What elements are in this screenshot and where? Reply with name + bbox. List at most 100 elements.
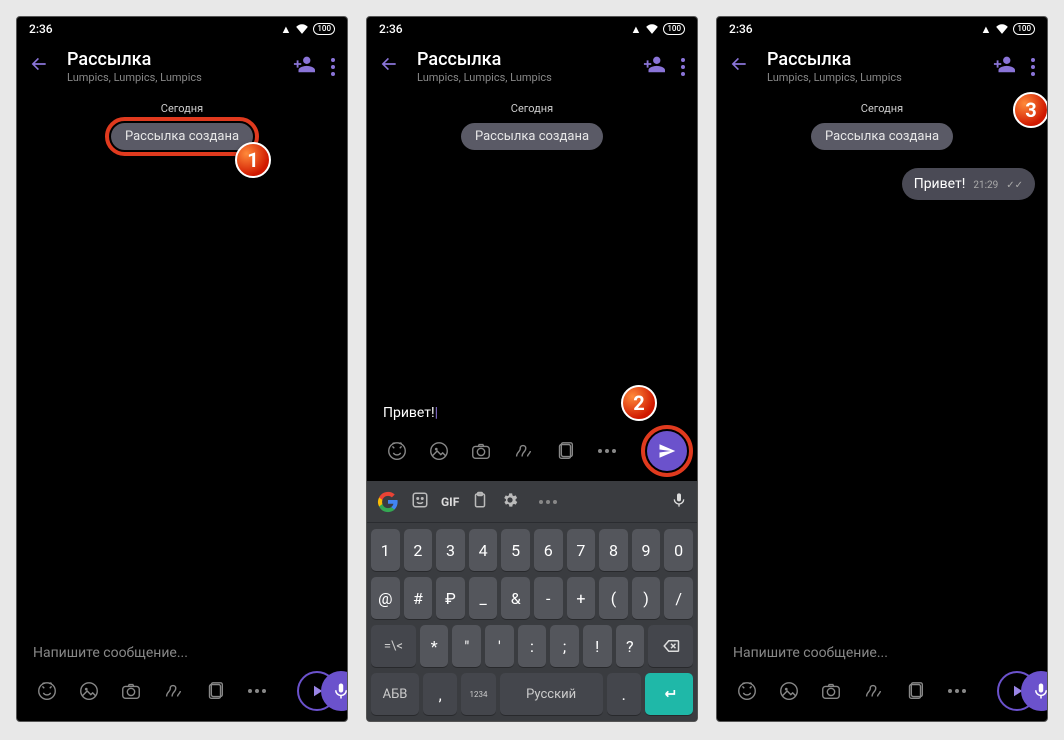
more-icon[interactable] [593, 437, 621, 465]
chat-title: Рассылка [67, 49, 279, 70]
menu-icon[interactable] [681, 58, 685, 76]
key-8[interactable]: 8 [599, 529, 628, 571]
system-pill: Рассылка создана [111, 123, 253, 150]
battery-icon: 100 [1013, 23, 1035, 35]
key-([interactable]: ( [599, 577, 628, 619]
key-:[interactable]: : [518, 625, 547, 667]
key-₽[interactable]: ₽ [436, 577, 465, 619]
key-"[interactable]: " [452, 625, 481, 667]
gallery-icon[interactable] [425, 437, 453, 465]
gif-key[interactable]: GIF [441, 495, 459, 509]
kb-mic-icon[interactable] [671, 492, 687, 512]
title-block[interactable]: Рассылка Lumpics, Lumpics, Lumpics [767, 49, 979, 84]
clipboard-icon[interactable] [471, 491, 489, 513]
topbar: Рассылка Lumpics, Lumpics, Lumpics [17, 41, 347, 96]
keyboard[interactable]: GIF 1234567890 @#₽_&-+()/ =\< *"':;!? [367, 481, 697, 721]
google-icon[interactable] [377, 491, 399, 513]
chat-area: Сегодня Рассылка создана [367, 96, 697, 395]
key-period[interactable]: . [607, 673, 641, 715]
status-bar: 2:36 ▲ 100 [367, 17, 697, 41]
add-user-icon[interactable] [293, 53, 315, 80]
key-7[interactable]: 7 [567, 529, 596, 571]
key-language[interactable]: Русский [500, 673, 603, 715]
menu-icon[interactable] [331, 58, 335, 76]
system-pill: Рассылка создана [461, 123, 603, 150]
date-label: Сегодня [511, 102, 553, 115]
title-block[interactable]: Рассылка Lumpics, Lumpics, Lumpics [417, 49, 629, 84]
key-*[interactable]: * [420, 625, 449, 667]
key-@[interactable]: @ [371, 577, 400, 619]
doodle-icon[interactable] [859, 677, 887, 705]
key-0[interactable]: 0 [664, 529, 693, 571]
compose-placeholder[interactable]: Напишите сообщение... [733, 645, 1035, 671]
key-4[interactable]: 4 [469, 529, 498, 571]
attach-icon[interactable] [551, 437, 579, 465]
key-abc[interactable]: АБВ [371, 673, 419, 715]
kb-more-icon[interactable] [539, 500, 557, 504]
gallery-icon[interactable] [75, 677, 103, 705]
key-/[interactable]: / [664, 577, 693, 619]
doodle-icon[interactable] [509, 437, 537, 465]
add-user-icon[interactable] [643, 53, 665, 80]
key-_[interactable]: _ [469, 577, 498, 619]
camera-icon[interactable] [817, 677, 845, 705]
key-comma[interactable]: , [423, 673, 457, 715]
key-+[interactable]: + [567, 577, 596, 619]
key-enter[interactable] [645, 673, 693, 715]
key-backspace[interactable] [648, 625, 693, 667]
status-bar: 2:36 ▲ 100 [17, 17, 347, 41]
wifi-icon [295, 22, 309, 37]
marker-3: 3 [1013, 92, 1048, 128]
chat-area: Сегодня Рассылка создана Привет! 21:29 ✓… [717, 96, 1047, 635]
more-icon[interactable] [243, 677, 271, 705]
doodle-icon[interactable] [159, 677, 187, 705]
date-label: Сегодня [161, 102, 203, 115]
battery-icon: 100 [313, 23, 335, 35]
status-time: 2:36 [379, 22, 403, 36]
camera-icon[interactable] [117, 677, 145, 705]
menu-icon[interactable] [1031, 58, 1035, 76]
key-5[interactable]: 5 [501, 529, 530, 571]
sticker-kb-icon[interactable] [411, 491, 429, 513]
gallery-icon[interactable] [775, 677, 803, 705]
key-numbers[interactable]: 1234 [461, 673, 495, 715]
outgoing-message[interactable]: Привет! 21:29 ✓✓ [902, 168, 1035, 200]
camera-icon[interactable] [467, 437, 495, 465]
key-?[interactable]: ? [616, 625, 645, 667]
back-icon[interactable] [25, 50, 53, 84]
kb-row-3: =\< *"':;!? [371, 625, 693, 667]
key-![interactable]: ! [583, 625, 612, 667]
key-3[interactable]: 3 [436, 529, 465, 571]
send-button[interactable] [647, 431, 687, 471]
sticker-icon[interactable] [733, 677, 761, 705]
marker-1: 1 [235, 142, 271, 178]
key-2[interactable]: 2 [404, 529, 433, 571]
back-icon[interactable] [375, 50, 403, 84]
status-icons: ▲ 100 [280, 22, 335, 37]
key-symbols[interactable]: =\< [371, 625, 416, 667]
key-&[interactable]: & [501, 577, 530, 619]
compose-tools [733, 671, 1035, 715]
status-time: 2:36 [729, 22, 753, 36]
key--[interactable]: - [534, 577, 563, 619]
key-'[interactable]: ' [485, 625, 514, 667]
settings-icon[interactable] [501, 491, 519, 513]
back-icon[interactable] [725, 50, 753, 84]
key-)[interactable]: ) [632, 577, 661, 619]
compose-placeholder[interactable]: Напишите сообщение... [33, 645, 335, 671]
attach-icon[interactable] [201, 677, 229, 705]
key-9[interactable]: 9 [632, 529, 661, 571]
key-6[interactable]: 6 [534, 529, 563, 571]
add-user-icon[interactable] [993, 53, 1015, 80]
key-;[interactable]: ; [550, 625, 579, 667]
attach-icon[interactable] [901, 677, 929, 705]
screen-2: 2:36 ▲ 100 Рассылка Lumpics, Lumpics, Lu… [366, 16, 698, 722]
sticker-icon[interactable] [383, 437, 411, 465]
key-#[interactable]: # [404, 577, 433, 619]
keyboard-suggestion-bar: GIF [367, 481, 697, 523]
title-block[interactable]: Рассылка Lumpics, Lumpics, Lumpics [67, 49, 279, 84]
sticker-icon[interactable] [33, 677, 61, 705]
key-1[interactable]: 1 [371, 529, 400, 571]
wifi-icon [645, 22, 659, 37]
more-icon[interactable] [943, 677, 971, 705]
